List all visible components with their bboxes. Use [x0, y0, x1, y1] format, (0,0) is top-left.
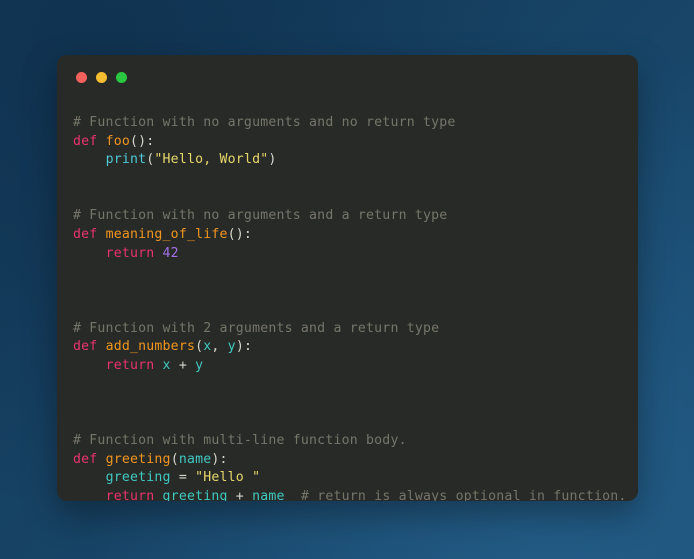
code-token-punct — [97, 339, 105, 354]
code-token-op: + — [227, 488, 253, 501]
code-token-punct: , — [211, 339, 228, 355]
code-line: return 42 — [73, 245, 638, 264]
code-line: # Function with no arguments and no retu… — [73, 114, 638, 133]
code-token-comment: # Function with multi-line function body… — [73, 432, 407, 448]
code-block[interactable]: # Function with no arguments and no retu… — [57, 100, 638, 501]
code-window-card: # Function with no arguments and no retu… — [57, 55, 638, 501]
code-token-punct — [73, 470, 106, 485]
code-token-comment: # Function with 2 arguments and a return… — [73, 320, 440, 336]
code-line: def greeting(name): — [73, 451, 638, 470]
code-line: def add_numbers(x, y): — [73, 338, 638, 357]
code-token-var: name — [178, 451, 212, 467]
window-title-bar — [57, 55, 638, 100]
code-token-punct — [154, 246, 162, 261]
code-token-comment: # Function with no arguments and no retu… — [73, 115, 456, 130]
code-token-keyword: def — [73, 133, 98, 149]
code-token-comment: # return is always optional in function. — [300, 488, 627, 501]
code-token-func: greeting — [105, 451, 171, 467]
code-token-punct — [73, 152, 106, 167]
code-token-var: greeting — [162, 488, 228, 501]
minimize-button-icon[interactable] — [96, 72, 107, 83]
code-token-var: y — [227, 339, 236, 355]
code-token-op: + — [170, 358, 196, 374]
code-token-punct — [285, 489, 301, 501]
code-token-keyword: def — [73, 339, 98, 355]
code-token-punct — [97, 227, 105, 242]
code-token-builtin: print — [105, 152, 147, 168]
code-line: print("Hello, World") — [73, 151, 638, 170]
code-token-punct: ) — [268, 152, 277, 168]
code-token-op: = — [170, 470, 196, 486]
code-token-keyword: def — [73, 451, 98, 467]
code-token-string: "Hello, World" — [154, 152, 269, 168]
code-token-keyword: return — [105, 488, 155, 501]
code-token-punct — [73, 246, 106, 261]
code-token-punct — [97, 452, 105, 467]
code-line: return x + y — [73, 357, 638, 376]
code-token-keyword: def — [73, 227, 98, 243]
code-token-punct: (): — [227, 227, 253, 243]
code-token-punct: (): — [129, 133, 155, 149]
code-token-var: x — [162, 358, 171, 374]
code-token-comment: # Function with no arguments and a retur… — [73, 208, 448, 224]
code-token-var: y — [195, 358, 204, 374]
code-line: # Function with 2 arguments and a return… — [73, 320, 638, 339]
maximize-button-icon[interactable] — [116, 72, 127, 83]
code-line: # Function with multi-line function body… — [73, 432, 638, 451]
code-token-punct — [97, 134, 105, 149]
code-token-string: "Hello " — [195, 470, 261, 486]
code-token-keyword: return — [105, 358, 155, 374]
page-background: # Function with no arguments and no retu… — [0, 0, 694, 559]
code-line: return greeting + name # return is alway… — [73, 488, 638, 501]
code-token-var: greeting — [105, 470, 171, 486]
code-token-func: add_numbers — [105, 339, 196, 355]
close-button-icon[interactable] — [76, 72, 87, 83]
code-token-punct: ( — [170, 451, 179, 467]
code-line: # Function with no arguments and a retur… — [73, 207, 638, 226]
code-token-punct: ): — [211, 451, 228, 467]
code-token-func: meaning_of_life — [105, 227, 228, 243]
code-line: def meaning_of_life(): — [73, 226, 638, 245]
code-token-punct — [73, 489, 106, 501]
code-token-var: name — [252, 488, 285, 501]
code-token-keyword: return — [105, 245, 155, 261]
code-token-func: foo — [105, 133, 130, 149]
code-token-punct: ): — [235, 339, 253, 355]
code-line: greeting = "Hello " — [73, 469, 638, 488]
code-token-number: 42 — [162, 245, 179, 261]
code-token-punct — [73, 358, 106, 373]
code-token-punct — [154, 358, 162, 373]
code-line: def foo(): — [73, 133, 638, 152]
code-token-punct — [154, 489, 162, 501]
